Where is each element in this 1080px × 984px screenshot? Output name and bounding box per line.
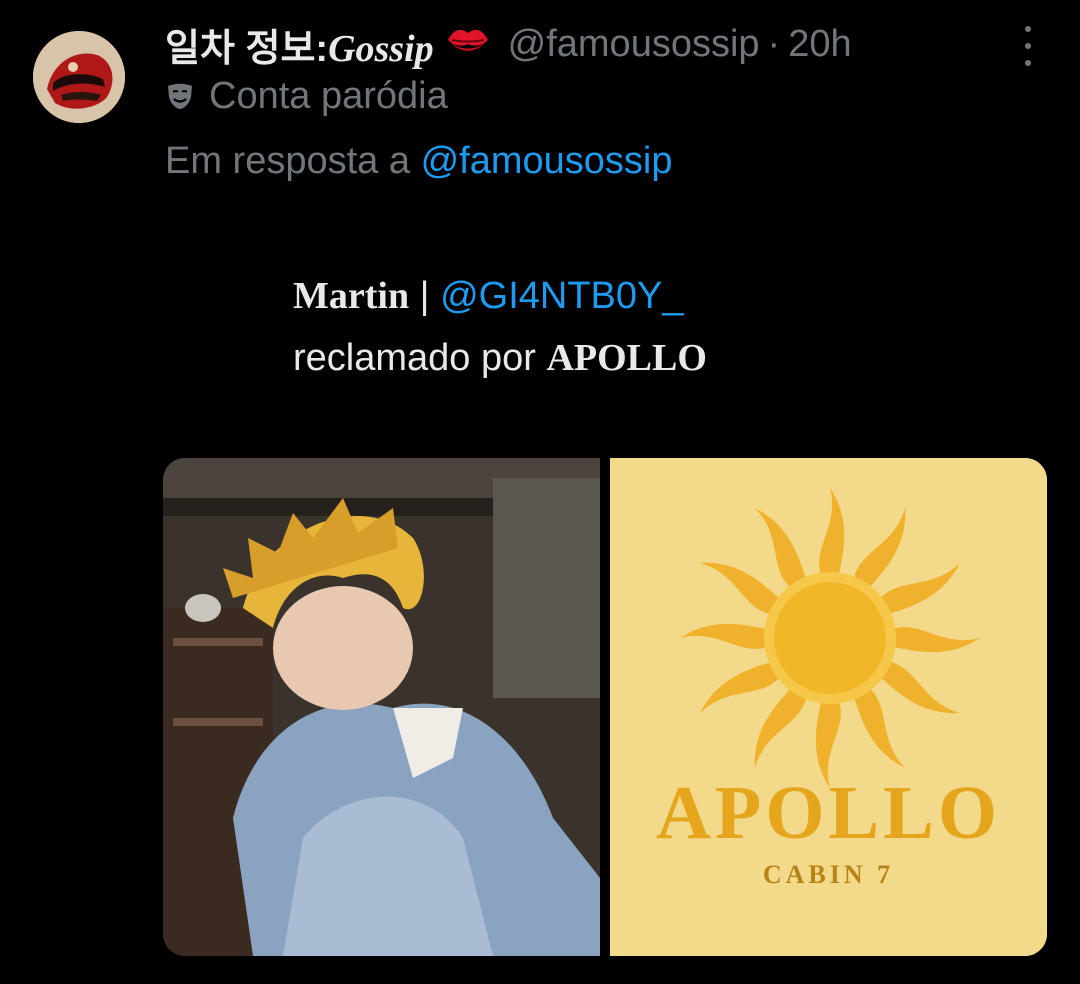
poster-subtitle: CABIN 7 bbox=[762, 860, 895, 889]
more-options-icon[interactable] bbox=[1016, 26, 1040, 66]
timestamp[interactable]: 20h bbox=[788, 23, 851, 66]
tweet-header: 일차 정보:Gossip @famousossip · 20h bbox=[165, 14, 990, 74]
kiss-mark-icon bbox=[446, 23, 490, 66]
media-poster[interactable]: APOLLO CABIN 7 bbox=[610, 458, 1047, 956]
tweet-divider: | bbox=[409, 275, 441, 317]
tweet-line-1: Martin | @GI4NTB0Y_ bbox=[293, 265, 707, 327]
reply-to-link[interactable]: @famousossip bbox=[421, 140, 673, 182]
poster-title: APOLLO bbox=[656, 771, 1001, 855]
tweet-text: Martin | @GI4NTB0Y_ reclamado por APOLLO bbox=[293, 265, 707, 389]
tweet-name: Martin bbox=[293, 275, 410, 317]
photo-image bbox=[163, 458, 600, 956]
reply-context: Em resposta a @famousossip bbox=[165, 140, 672, 183]
claimed-text: reclamado por bbox=[293, 337, 547, 379]
display-name-text: 일차 정보: bbox=[165, 27, 329, 70]
display-name-script: Gossip bbox=[328, 27, 434, 70]
parody-label: Conta paródia bbox=[165, 72, 448, 120]
display-name[interactable]: 일차 정보:Gossip bbox=[165, 17, 434, 72]
parody-mask-icon bbox=[165, 81, 195, 111]
reply-prefix: Em resposta a bbox=[165, 140, 410, 182]
mention-link[interactable]: @GI4NTB0Y_ bbox=[440, 275, 683, 317]
avatar[interactable] bbox=[33, 31, 125, 123]
media-grid: APOLLO CABIN 7 bbox=[163, 458, 1047, 956]
separator-dot: · bbox=[767, 22, 781, 65]
parody-label-text: Conta paródia bbox=[209, 74, 448, 117]
user-handle[interactable]: @famousossip bbox=[508, 23, 760, 66]
avatar-image bbox=[33, 31, 125, 123]
media-photo[interactable] bbox=[163, 458, 600, 956]
claimed-by: APOLLO bbox=[546, 337, 707, 379]
tweet-line-2: reclamado por APOLLO bbox=[293, 327, 707, 389]
